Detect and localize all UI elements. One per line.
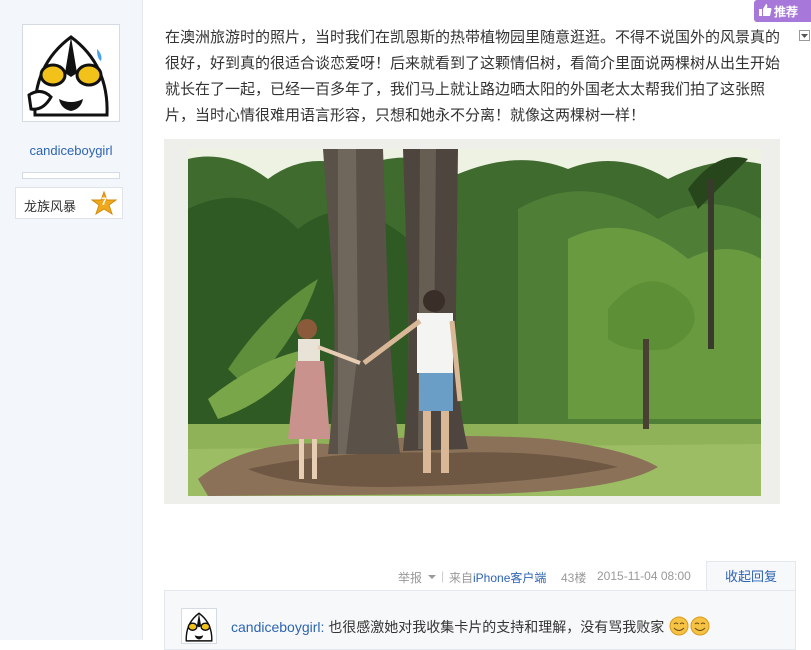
post-photo-frame (164, 139, 780, 504)
author-sidebar: candiceboygirl 龙族风暴 7 (0, 0, 143, 640)
reply-avatar[interactable] (181, 608, 217, 644)
source-link[interactable]: iPhone客户端 (473, 571, 546, 585)
post-line: 片，当时心情很难用语言形容，只想和她永不分离！就像这两棵树一样！ (165, 107, 646, 124)
member-badge[interactable]: 龙族风暴 7 (15, 187, 123, 219)
report-dropdown-icon[interactable] (428, 575, 436, 579)
level-progress-bar (22, 172, 120, 179)
author-avatar[interactable] (22, 24, 120, 122)
post-line: 很好，好到真的很适合谈恋爱呀！后来就看到了这颗情侣树，看简介里面说两棵树从出生开… (165, 55, 781, 72)
collapse-arrow-icon[interactable] (799, 30, 810, 41)
smile-emoji-icon (690, 616, 710, 636)
reply-username[interactable]: candiceboygirl: (231, 619, 324, 635)
report-link[interactable]: 举报 (398, 569, 422, 586)
post-timestamp: 2015-11-04 08:00 (597, 569, 691, 583)
collapse-reply-button[interactable]: 收起回复 (706, 561, 796, 591)
recommend-label: 推荐 (774, 5, 799, 19)
floor-number: 43楼 (561, 571, 587, 585)
post-content: 在澳洲旅游时的照片，当时我们在凯恩斯的热带植物园里随意逛逛。不得不说国外的风景真… (165, 25, 785, 129)
post-photo[interactable] (188, 149, 761, 496)
smile-emoji-icon (669, 616, 689, 636)
author-username[interactable]: candiceboygirl (0, 143, 142, 158)
badge-name: 龙族风暴 (24, 199, 77, 214)
recommend-button[interactable]: 推荐 (754, 0, 811, 22)
separator: | (441, 569, 445, 583)
reply-comment: candiceboygirl: 也很感激她对我收集卡片的支持和理解，没有骂我败家 (231, 616, 710, 637)
source-prefix: 来自 (449, 571, 474, 585)
level-star-icon: 7 (91, 191, 117, 217)
reply-text: 也很感激她对我收集卡片的支持和理解，没有骂我败家 (328, 619, 665, 635)
thumbs-up-icon (758, 3, 772, 17)
ultraman-avatar-icon (23, 25, 119, 121)
post-line: 在澳洲旅游时的照片，当时我们在凯恩斯的热带植物园里随意逛逛。不得不说国外的风景真… (165, 29, 781, 46)
ultraman-avatar-icon (182, 609, 216, 643)
badge-level: 7 (100, 196, 108, 208)
post-line: 就长在了一起，已经一百多年了，我们马上就让路边晒太阳的外国老太太帮我们拍了这张照 (165, 81, 766, 98)
source-info: 来自iPhone客户端 (449, 569, 546, 586)
